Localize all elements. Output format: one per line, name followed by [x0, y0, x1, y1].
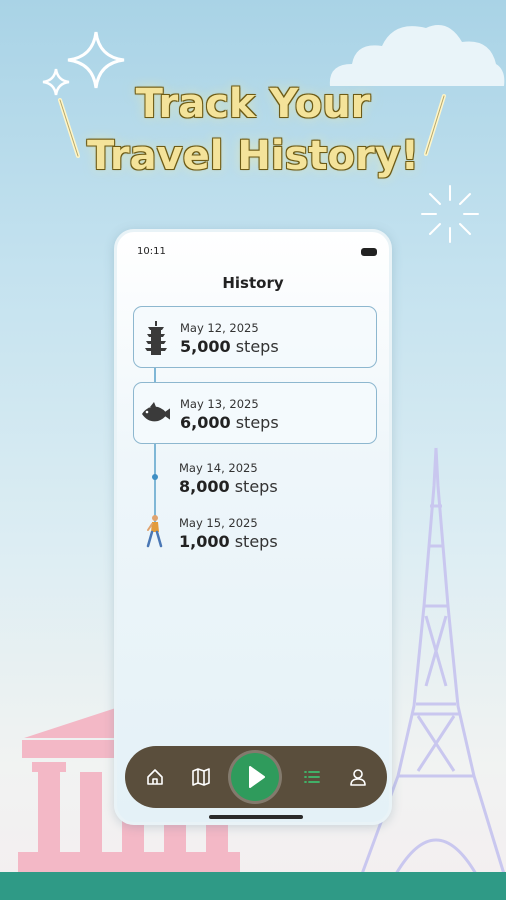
steps-value: 6,000 — [180, 413, 231, 432]
entry-steps: 8,000 steps — [179, 477, 278, 496]
headline-line-1: Track Your — [135, 81, 371, 127]
steps-unit: steps — [234, 477, 278, 496]
headline-line-2: Travel History! — [86, 133, 420, 179]
profile-icon[interactable] — [347, 766, 369, 788]
steps-value: 5,000 — [180, 337, 231, 356]
steps-unit: steps — [235, 413, 279, 432]
status-time: 10:11 — [137, 246, 166, 257]
steps-unit: steps — [234, 532, 278, 551]
entry-date: May 14, 2025 — [179, 461, 258, 475]
steps-value: 8,000 — [179, 477, 230, 496]
entry-date: May 12, 2025 — [180, 321, 259, 335]
ground-strip — [0, 872, 506, 900]
steps-value: 1,000 — [179, 532, 230, 551]
history-entry[interactable]: May 12, 2025 5,000 steps — [133, 306, 377, 368]
fish-icon — [142, 402, 170, 422]
burst-icon — [421, 185, 479, 243]
play-icon — [249, 766, 265, 788]
list-icon[interactable] — [301, 766, 323, 788]
history-entry[interactable]: May 13, 2025 6,000 steps — [133, 382, 377, 444]
steps-unit: steps — [235, 337, 279, 356]
entry-steps: 6,000 steps — [180, 413, 279, 432]
entry-steps: 1,000 steps — [179, 532, 278, 551]
home-indicator — [209, 815, 303, 819]
entry-date: May 15, 2025 — [179, 516, 258, 530]
home-icon[interactable] — [144, 766, 166, 788]
phone-mockup: 10:11 History May 12, 2025 5,000 steps M… — [114, 229, 392, 825]
history-entry[interactable]: May 14, 2025 8,000 steps — [133, 447, 377, 509]
battery-icon — [361, 248, 377, 256]
walker-icon — [146, 515, 163, 548]
bottom-nav — [125, 746, 387, 808]
history-entry[interactable]: May 15, 2025 1,000 steps — [133, 502, 377, 564]
entry-steps: 5,000 steps — [180, 337, 279, 356]
play-button[interactable] — [231, 753, 279, 801]
entry-date: May 13, 2025 — [180, 397, 259, 411]
timeline-connector — [154, 368, 156, 382]
map-icon[interactable] — [190, 766, 212, 788]
page-title: History — [222, 274, 284, 292]
promo-headline: Track Your Travel History! — [0, 78, 506, 182]
pagoda-icon — [145, 321, 167, 355]
